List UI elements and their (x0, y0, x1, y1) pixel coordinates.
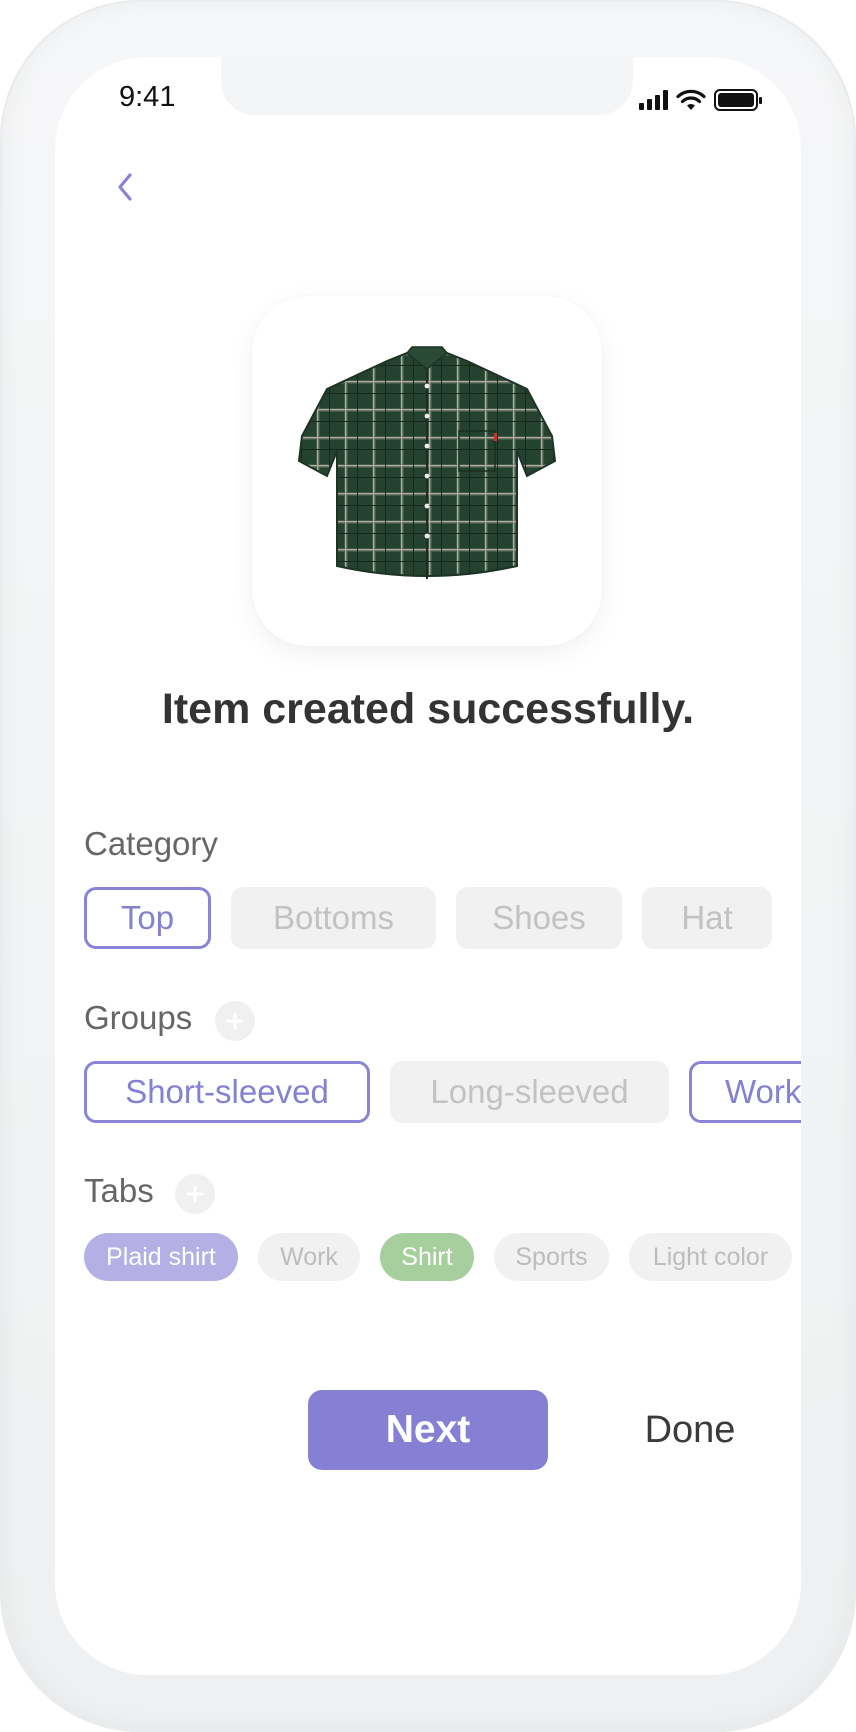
group-option-work[interactable]: Work (689, 1061, 801, 1123)
category-option-label: Top (120, 899, 175, 936)
app-screen: 9:41 Item created successfully. Category… (55, 57, 801, 1675)
group-option-short-sleeved[interactable]: Short-sleeved (84, 1061, 370, 1123)
signal-icon (639, 90, 668, 110)
phone-frame: 9:41 Item created successfully. Category… (0, 0, 856, 1732)
back-button[interactable] (105, 162, 145, 212)
item-image-card (252, 296, 602, 646)
category-label: Category (84, 825, 218, 862)
groups-options: Short-sleeved Long-sleeved Work (84, 1061, 801, 1127)
tag-work[interactable]: Work (258, 1233, 360, 1281)
add-tab-button[interactable] (175, 1174, 215, 1214)
tabs-label: Tabs (84, 1172, 154, 1209)
category-option-shoes[interactable]: Shoes (456, 887, 622, 949)
groups-label: Groups (84, 999, 193, 1036)
device-notch (221, 57, 633, 115)
chevron-left-icon (118, 173, 132, 201)
group-option-label: Long-sleeved (430, 1073, 629, 1110)
tag-plaid-shirt[interactable]: Plaid shirt (84, 1233, 238, 1281)
tag-label: Sports (515, 1242, 588, 1271)
tag-sports[interactable]: Sports (494, 1233, 609, 1281)
plus-icon (226, 1012, 244, 1030)
group-option-long-sleeved[interactable]: Long-sleeved (390, 1061, 669, 1123)
tag-label: Shirt (401, 1242, 453, 1271)
tag-light-color[interactable]: Light color (629, 1233, 792, 1281)
category-option-hat[interactable]: Hat (642, 887, 772, 949)
category-option-label: Hat (681, 899, 733, 936)
category-option-label: Bottoms (272, 899, 395, 936)
add-group-button[interactable] (215, 1001, 255, 1041)
tag-label: Work (280, 1242, 338, 1271)
group-option-label: Work (725, 1073, 801, 1110)
status-icons (639, 89, 762, 111)
category-option-label: Shoes (492, 899, 586, 936)
tag-label: Plaid shirt (106, 1242, 216, 1271)
battery-icon (714, 89, 762, 111)
category-option-top[interactable]: Top (84, 887, 211, 949)
category-option-bottoms[interactable]: Bottoms (231, 887, 436, 949)
plus-icon (186, 1185, 204, 1203)
success-title: Item created successfully. (161, 685, 695, 733)
group-option-label: Short-sleeved (125, 1073, 329, 1110)
wifi-icon (676, 89, 706, 110)
tag-shirt[interactable]: Shirt (380, 1233, 474, 1281)
done-button[interactable]: Done (630, 1390, 750, 1470)
plaid-shirt-image (297, 346, 557, 579)
next-button[interactable]: Next (308, 1390, 548, 1470)
status-time: 9:41 (119, 81, 176, 113)
tag-label: Light color (652, 1242, 769, 1271)
